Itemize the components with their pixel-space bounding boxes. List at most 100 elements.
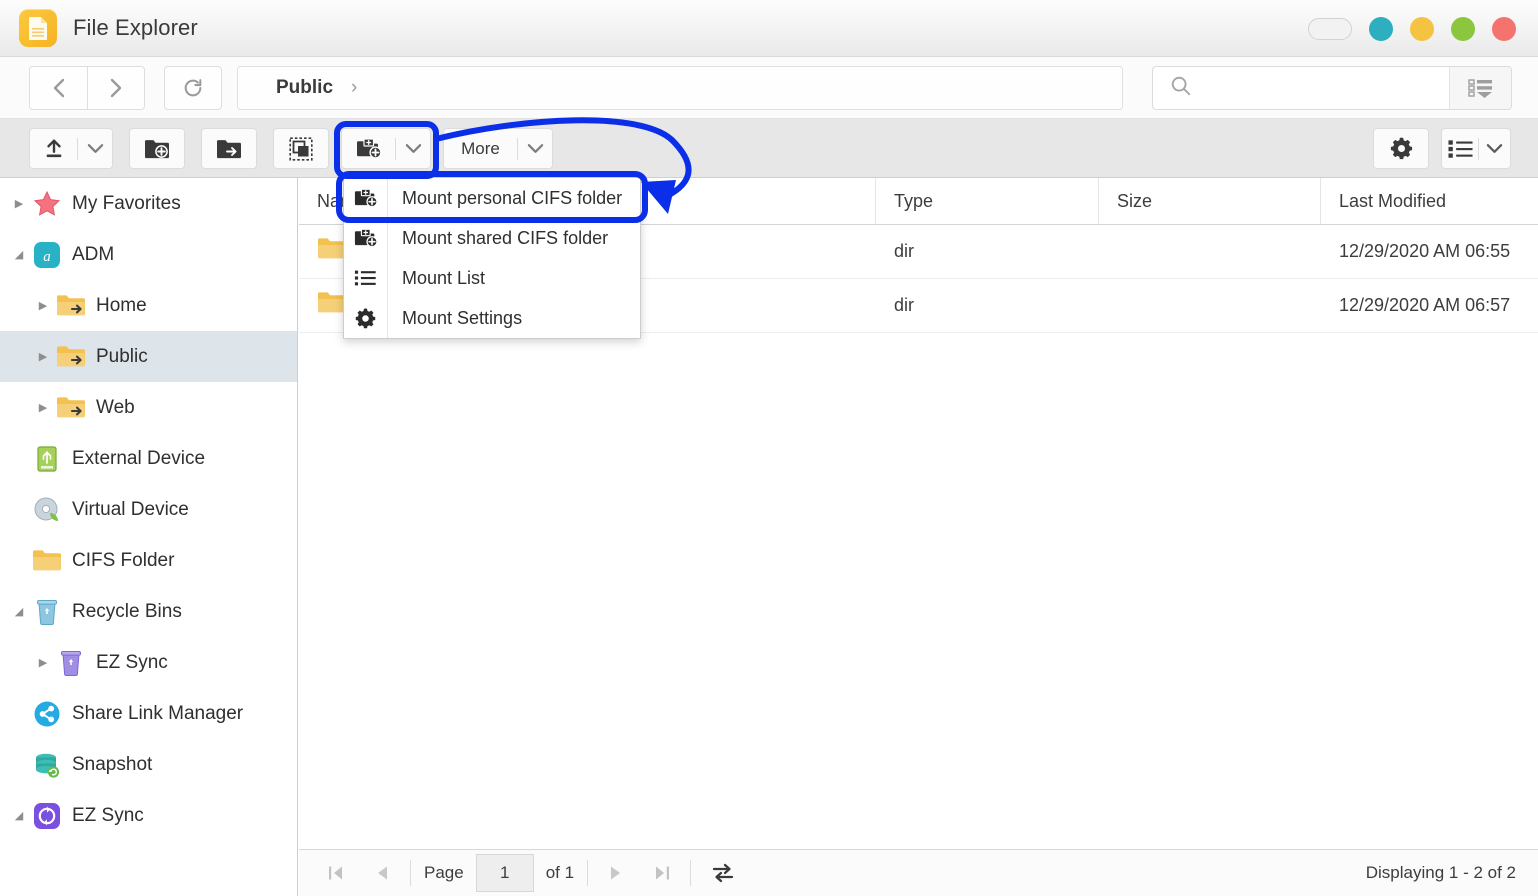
last-page-button[interactable] xyxy=(639,851,685,895)
sidebar-item-recycle-bins[interactable]: ◢ Recycle Bins xyxy=(0,586,297,637)
sidebar-tree[interactable]: ▶ My Favorites ◢ a ADM ▶ Home ▶ Public ▶… xyxy=(0,178,298,896)
sidebar-item-label: ADM xyxy=(72,244,115,265)
sidebar-item-label: Recycle Bins xyxy=(72,601,182,622)
gear-icon xyxy=(344,298,388,338)
chevron-down-icon[interactable] xyxy=(518,143,552,154)
back-button[interactable] xyxy=(29,66,87,110)
menu-item-mount-settings[interactable]: Mount Settings xyxy=(344,298,640,338)
shared-folder-icon xyxy=(54,395,88,421)
menu-item-label: Mount List xyxy=(402,267,486,288)
file-type-cell: dir xyxy=(894,241,915,261)
menu-item-label: Mount shared CIFS folder xyxy=(402,227,609,248)
chevron-right-icon[interactable]: ▶ xyxy=(8,197,30,210)
svg-text:a: a xyxy=(43,249,51,265)
file-modified-cell: 12/29/2020 AM 06:55 xyxy=(1339,241,1511,261)
sidebar-item-label: My Favorites xyxy=(72,193,181,214)
divider xyxy=(690,860,692,886)
chevron-down-icon[interactable] xyxy=(396,143,430,154)
nav-history-group xyxy=(29,66,145,110)
chevron-down-icon[interactable]: ◢ xyxy=(8,248,30,261)
column-header-size[interactable]: Size xyxy=(1099,178,1321,224)
sidebar-item-web[interactable]: ▶ Web xyxy=(0,382,297,433)
chevron-right-icon[interactable]: ▶ xyxy=(32,401,54,414)
sidebar-item-snapshot[interactable]: ▶ Snapshot xyxy=(0,739,297,790)
sidebar-item-home[interactable]: ▶ Home xyxy=(0,280,297,331)
column-header-type[interactable]: Type xyxy=(876,178,1099,224)
chevron-right-icon[interactable]: ▶ xyxy=(32,350,54,363)
chevron-right-icon[interactable]: ▶ xyxy=(32,299,54,312)
window-controls xyxy=(1308,0,1516,57)
file-explorer-window: File Explorer Public › More ▶ My Favorit… xyxy=(0,0,1538,896)
search-icon xyxy=(1170,75,1192,102)
close-button[interactable] xyxy=(1492,16,1516,41)
mount-cifs-button[interactable] xyxy=(341,128,431,169)
first-page-button[interactable] xyxy=(313,851,359,895)
window-titlebar: File Explorer xyxy=(0,0,1538,57)
page-input[interactable] xyxy=(475,854,534,892)
refresh-button[interactable] xyxy=(164,66,222,110)
chevron-down-icon[interactable]: ◢ xyxy=(8,605,30,618)
menu-item-mount-list[interactable]: Mount List xyxy=(344,258,640,298)
sidebar-item-external-device[interactable]: ▶ External Device xyxy=(0,433,297,484)
window-title: File Explorer xyxy=(73,15,198,40)
mount-folder-icon xyxy=(344,178,388,218)
next-page-button[interactable] xyxy=(593,851,639,895)
menu-item-mount-personal-cifs-folder[interactable]: Mount personal CIFS folder xyxy=(344,178,640,218)
chevron-down-icon[interactable] xyxy=(78,143,112,154)
shared-folder-icon xyxy=(54,293,88,319)
new-folder-button[interactable] xyxy=(129,128,185,169)
prev-page-button[interactable] xyxy=(359,851,405,895)
sidebar-item-recycle-ez-sync[interactable]: ▶ EZ Sync xyxy=(0,637,297,688)
search-box[interactable] xyxy=(1152,66,1512,110)
list-view-icon xyxy=(1442,139,1478,159)
sidebar-item-virtual-device[interactable]: ▶ Virtual Device xyxy=(0,484,297,535)
divider xyxy=(587,860,589,886)
search-input[interactable] xyxy=(1202,79,1449,97)
advanced-search-button[interactable] xyxy=(1449,67,1511,109)
sidebar-item-ez-sync[interactable]: ◢ EZ Sync xyxy=(0,790,297,841)
sidebar-item-cifs-folder[interactable]: ▶ CIFS Folder xyxy=(0,535,297,586)
refresh-list-button[interactable] xyxy=(710,861,736,885)
status-bar: Page of 1 Displaying 1 - 2 of 2 xyxy=(299,849,1538,896)
upload-button[interactable] xyxy=(29,128,113,169)
minimize-button[interactable] xyxy=(1369,16,1393,41)
more-button[interactable]: More xyxy=(443,128,553,169)
settings-button[interactable] xyxy=(1373,128,1429,169)
sidebar-item-label: Public xyxy=(96,346,148,367)
sidebar-item-label: CIFS Folder xyxy=(72,550,175,571)
sidebar-item-label: Virtual Device xyxy=(72,499,189,520)
sidebar-item-my-favorites[interactable]: ▶ My Favorites xyxy=(0,178,297,229)
refresh-list-icon xyxy=(712,863,734,883)
menu-item-label: Mount personal CIFS folder xyxy=(402,187,623,208)
star-icon xyxy=(30,190,64,218)
file-size-cell xyxy=(1099,279,1321,332)
sidebar-item-adm[interactable]: ◢ a ADM xyxy=(0,229,297,280)
sidebar-item-share-link-manager[interactable]: ▶ Share Link Manager xyxy=(0,688,297,739)
forward-button[interactable] xyxy=(87,66,145,110)
mount-dropdown-menu[interactable]: Mount personal CIFS folder Mount shared … xyxy=(343,177,641,339)
app-icon xyxy=(19,9,57,47)
navigation-toolbar: Public › xyxy=(0,57,1538,119)
sidebar-item-label: EZ Sync xyxy=(72,805,144,826)
column-header-last-modified[interactable]: Last Modified xyxy=(1321,178,1538,224)
divider xyxy=(410,860,411,886)
chevron-right-icon[interactable]: ▶ xyxy=(32,656,54,669)
maximize-button[interactable] xyxy=(1410,16,1434,41)
pill-button[interactable] xyxy=(1308,17,1352,40)
page-label: Page xyxy=(424,863,464,882)
menu-item-mount-shared-cifs-folder[interactable]: Mount shared CIFS folder xyxy=(344,218,640,258)
page-total-label: of 1 xyxy=(545,863,575,882)
chevron-down-icon[interactable] xyxy=(1479,143,1510,154)
last-page-icon xyxy=(656,866,670,880)
select-all-button[interactable] xyxy=(273,128,329,169)
chevron-right-icon: › xyxy=(351,77,358,98)
view-mode-button[interactable] xyxy=(1441,128,1511,169)
restore-button[interactable] xyxy=(1451,16,1475,41)
chevron-down-icon[interactable]: ◢ xyxy=(8,809,30,822)
move-folder-button[interactable] xyxy=(201,128,257,169)
breadcrumb-current[interactable]: Public xyxy=(276,77,333,99)
refresh-icon xyxy=(184,79,202,97)
sidebar-item-public[interactable]: ▶ Public xyxy=(0,331,297,382)
gear-icon xyxy=(1374,136,1428,161)
breadcrumb[interactable]: Public › xyxy=(237,66,1123,110)
